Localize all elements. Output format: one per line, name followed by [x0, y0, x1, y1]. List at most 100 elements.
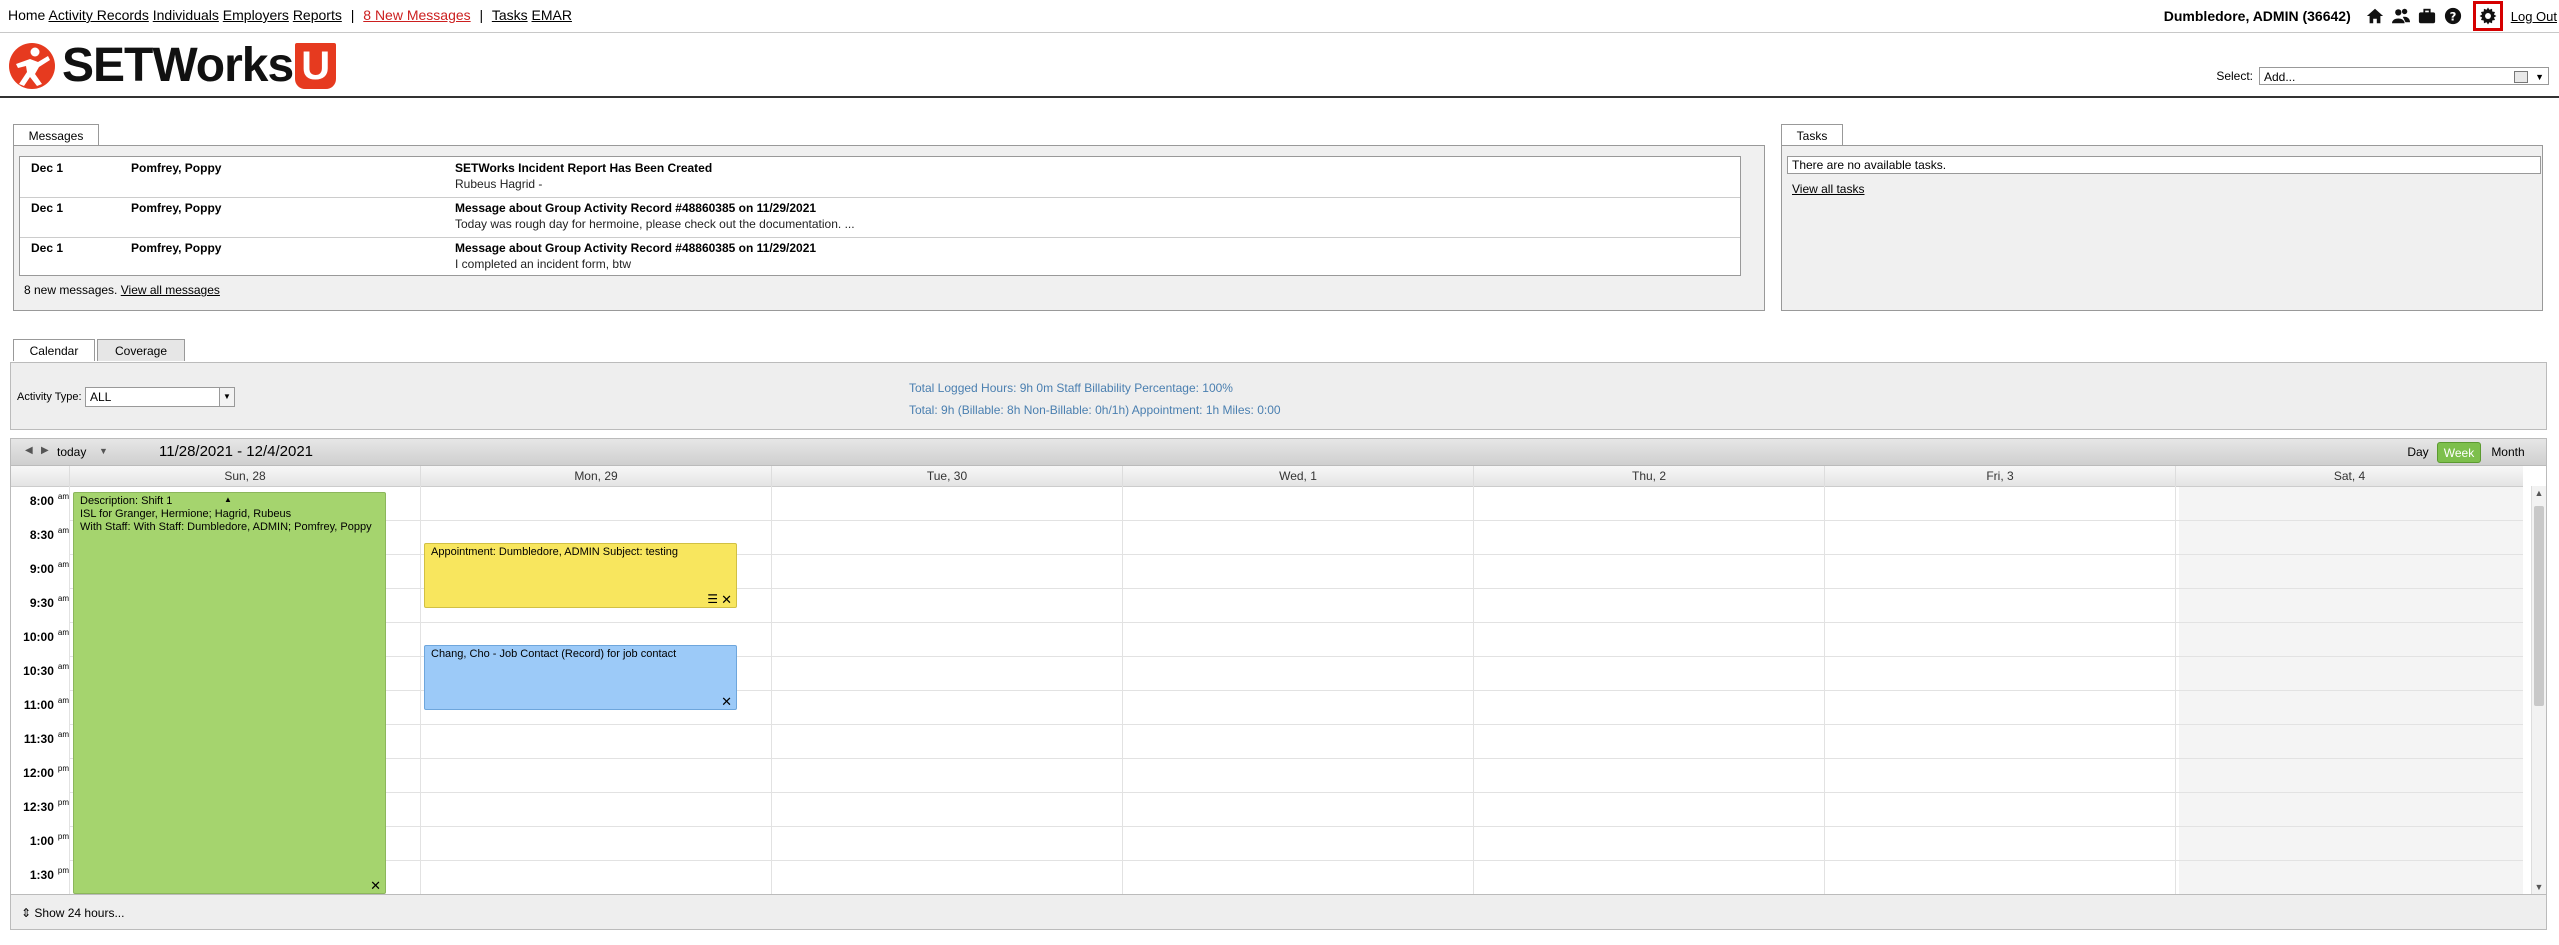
nav-employers[interactable]: Employers [223, 7, 289, 23]
time-label: 1:00 pm [29, 832, 69, 848]
scroll-up-icon[interactable]: ▲ [2532, 488, 2546, 498]
app-header: SETWorks U Select: Add... ▼ [0, 33, 2559, 98]
gear-icon[interactable] [2472, 1, 2503, 31]
message-row[interactable]: Dec 1 Pomfrey, Poppy Message about Group… [20, 237, 1740, 277]
time-slot-line [69, 758, 2523, 759]
totals-logged-hours: Total Logged Hours: 9h 0m Staff Billabil… [909, 381, 1233, 395]
time-label: 11:30 am [23, 730, 69, 746]
event-job-contact[interactable]: Chang, Cho - Job Contact (Record) for jo… [424, 645, 737, 710]
messages-list: Dec 1 Pomfrey, Poppy SETWorks Incident R… [19, 156, 1741, 276]
user-name: Dumbledore, ADMIN (36642) [2163, 8, 2351, 24]
event-shift[interactable]: ▲ Description: Shift 1 ISL for Granger, … [73, 492, 386, 894]
show-24-hours-link[interactable]: ⇕ Show 24 hours... [21, 906, 124, 920]
totals-breakdown: Total: 9h (Billable: 8h Non-Billable: 0h… [909, 403, 1281, 417]
message-body: Today was rough day for hermoine, please… [455, 217, 855, 231]
close-icon[interactable]: ✕ [721, 695, 732, 708]
tab-coverage[interactable]: Coverage [97, 339, 185, 361]
day-header-tue[interactable]: Tue, 30 [771, 466, 1122, 486]
nav-separator: | [479, 7, 484, 23]
main-nav: Home Activity Records Individuals Employ… [8, 7, 572, 23]
message-row[interactable]: Dec 1 Pomfrey, Poppy Message about Group… [20, 197, 1740, 238]
scroll-thumb[interactable] [2534, 506, 2544, 706]
chevron-down-icon: ▼ [2535, 72, 2544, 82]
nav-activity-records[interactable]: Activity Records [48, 7, 148, 23]
nav-reports[interactable]: Reports [293, 7, 342, 23]
tab-tasks[interactable]: Tasks [1781, 124, 1843, 146]
resize-up-icon[interactable]: ▲ [224, 493, 232, 506]
day-header-sun[interactable]: Sun, 28 [69, 466, 420, 486]
tab-calendar[interactable]: Calendar [13, 339, 95, 361]
nav-tasks[interactable]: Tasks [492, 7, 528, 23]
time-label: 10:00 am [23, 628, 69, 644]
time-label: 8:00 am [29, 492, 69, 508]
message-subject: SETWorks Incident Report Has Been Create… [455, 161, 713, 175]
time-label: 1:30 pm [29, 866, 69, 882]
calendar-filter-panel: Activity Type: ALL ▼ Total Logged Hours:… [10, 362, 2547, 430]
today-button[interactable]: today [57, 445, 86, 459]
select-label: Select: [2216, 69, 2253, 83]
time-slot-line [69, 826, 2523, 827]
message-date: Dec 1 [31, 241, 64, 255]
users-icon[interactable] [2389, 4, 2413, 28]
time-label: 12:00 pm [23, 764, 69, 780]
view-day-button[interactable]: Day [2403, 442, 2433, 463]
messages-footer: 8 new messages. View all messages [24, 283, 220, 297]
activity-type-label: Activity Type: [17, 391, 82, 403]
event-staff: With Staff: With Staff: Dumbledore, ADMI… [80, 521, 372, 533]
select-mini-icon [2514, 71, 2528, 83]
close-icon[interactable]: ✕ [721, 593, 732, 606]
tab-messages[interactable]: Messages [13, 124, 99, 146]
message-from: Pomfrey, Poppy [131, 241, 222, 255]
day-header-sat[interactable]: Sat, 4 [2175, 466, 2523, 486]
message-subject: Message about Group Activity Record #488… [455, 241, 817, 255]
home-icon[interactable] [2363, 4, 2387, 28]
tasks-panel: There are no available tasks. View all t… [1781, 145, 2543, 311]
calendar-toolbar: ◀ ▶ today ▼ 11/28/2021 - 12/4/2021 Day W… [10, 438, 2547, 466]
view-month-button[interactable]: Month [2485, 442, 2531, 463]
nav-emar[interactable]: EMAR [532, 7, 572, 23]
briefcase-icon[interactable] [2415, 4, 2439, 28]
quick-add-dropdown[interactable]: Add... ▼ [2259, 67, 2549, 85]
calendar-scrollbar[interactable]: ▲ ▼ [2531, 486, 2546, 894]
time-slot-line [69, 622, 2523, 623]
new-message-count: 8 new messages. [24, 283, 118, 297]
view-all-tasks-link[interactable]: View all tasks [1792, 182, 1864, 196]
day-header-thu[interactable]: Thu, 2 [1473, 466, 1824, 486]
expand-icon: ⇕ [21, 906, 35, 920]
select-value: Add... [2264, 70, 2296, 84]
prev-week-icon[interactable]: ◀ [25, 445, 33, 456]
nav-individuals[interactable]: Individuals [153, 7, 219, 23]
day-header-fri[interactable]: Fri, 3 [1824, 466, 2175, 486]
time-label: 12:30 pm [23, 798, 69, 814]
next-week-icon[interactable]: ▶ [41, 445, 49, 456]
time-label: 9:30 am [29, 594, 69, 610]
scroll-down-icon[interactable]: ▼ [2532, 882, 2546, 892]
event-appointment[interactable]: Appointment: Dumbledore, ADMIN Subject: … [424, 543, 737, 608]
time-label: 9:00 am [29, 560, 69, 576]
logout-link[interactable]: Log Out [2511, 9, 2557, 24]
top-nav-bar: Home Activity Records Individuals Employ… [0, 0, 2559, 33]
time-slot-line [69, 792, 2523, 793]
logo-icon [9, 43, 55, 89]
nav-home[interactable]: Home [8, 7, 45, 23]
day-header-mon[interactable]: Mon, 29 [420, 466, 771, 486]
day-headers: Sun, 28 Mon, 29 Tue, 30 Wed, 1 Thu, 2 Fr… [11, 466, 2523, 487]
time-label: 11:00 am [23, 696, 69, 712]
nav-new-messages[interactable]: 8 New Messages [363, 7, 470, 23]
message-row[interactable]: Dec 1 Pomfrey, Poppy SETWorks Incident R… [20, 157, 1740, 198]
view-all-messages-link[interactable]: View all messages [121, 283, 220, 297]
message-from: Pomfrey, Poppy [131, 201, 222, 215]
close-icon[interactable]: ✕ [370, 879, 381, 892]
message-body: Rubeus Hagrid - [455, 177, 543, 191]
activity-type-select[interactable]: ALL ▼ [85, 387, 235, 407]
message-from: Pomfrey, Poppy [131, 161, 222, 175]
time-label: 10:30 am [23, 662, 69, 678]
setworks-logo[interactable]: SETWorks U [8, 41, 337, 91]
help-icon[interactable]: ? [2441, 4, 2465, 28]
view-week-button[interactable]: Week [2437, 442, 2481, 463]
day-header-wed[interactable]: Wed, 1 [1122, 466, 1473, 486]
menu-icon[interactable]: ☰ [707, 593, 718, 605]
chevron-down-icon[interactable]: ▼ [99, 446, 108, 456]
user-toolbar: Dumbledore, ADMIN (36642) ? Log Out [2163, 1, 2559, 31]
svg-text:?: ? [2449, 10, 2456, 24]
